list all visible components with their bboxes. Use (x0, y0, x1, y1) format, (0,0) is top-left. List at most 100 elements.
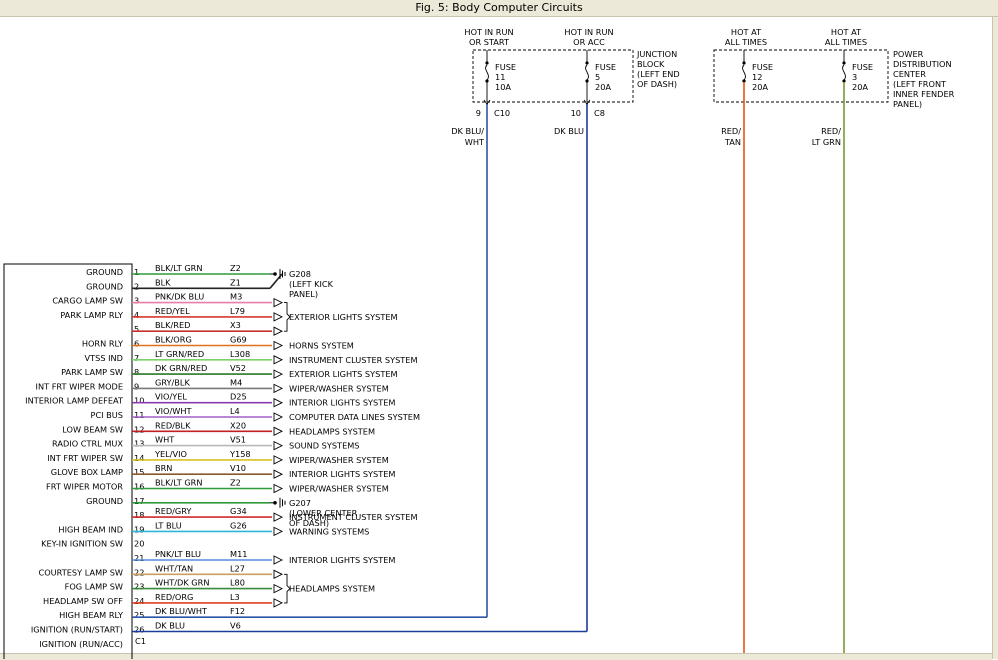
junction-block-label: (LEFT END (637, 69, 680, 79)
pin-number: 3 (134, 296, 139, 306)
circuit-id: V10 (230, 463, 246, 473)
pin-label: VTSS IND (85, 353, 123, 363)
pin-number: 24 (134, 596, 144, 606)
junction-block-label: BLOCK (637, 59, 665, 69)
pin-label: KEY-IN IGNITION SW (41, 539, 123, 549)
wire-color-code: DK BLU (554, 126, 584, 136)
wire-color-code: DK BLU/ (451, 126, 484, 136)
system-label: EXTERIOR LIGHTS SYSTEM (289, 369, 398, 379)
fuse-label: FUSE (495, 62, 516, 72)
pin-label: IGNITION (RUN/ACC) (39, 639, 123, 649)
pin-number: 23 (134, 582, 144, 592)
circuit-id: M11 (230, 549, 247, 559)
system-label: WIPER/WASHER SYSTEM (289, 383, 389, 393)
circuit-id: Z2 (230, 478, 241, 488)
pin-label: FOG LAMP SW (65, 582, 123, 592)
system-label: COMPUTER DATA LINES SYSTEM (289, 412, 420, 422)
pin-label: COURTESY LAMP SW (39, 567, 123, 577)
pin-number: 11 (134, 410, 144, 420)
pin-label: INT FRT WIPER MODE (36, 381, 123, 391)
hot-label: OR ACC (573, 37, 605, 47)
module-connector-label: C1 (135, 636, 146, 646)
fuse-terminal (485, 61, 489, 65)
system-label: WIPER/WASHER SYSTEM (289, 455, 389, 465)
wire-color-code: RED/ORG (155, 592, 193, 602)
pin-number: 2 (134, 281, 139, 291)
fuse-icon (742, 64, 746, 81)
pin-label: RADIO CTRL MUX (52, 439, 123, 449)
circuit-id: G69 (230, 335, 247, 345)
connector-pin-number: 10 (571, 108, 581, 118)
connector-arrow-icon (273, 340, 284, 351)
system-label: HEADLAMPS SYSTEM (289, 584, 375, 594)
system-label: HEADLAMPS SYSTEM (289, 426, 375, 436)
pin-number: 16 (134, 482, 144, 492)
wire-color-code: DK BLU/WHT (155, 606, 208, 616)
system-label: SOUND SYSTEMS (289, 441, 360, 451)
circuit-id: G34 (230, 506, 247, 516)
ground-icon (279, 269, 286, 279)
connector-arrow-icon (273, 469, 284, 479)
ground-label: G208 (289, 269, 311, 279)
circuit-id: L308 (230, 349, 250, 359)
wire-color-code: RED/YEL (155, 306, 190, 316)
fuse-label: 5 (595, 72, 600, 82)
pdc-label: CENTER (893, 69, 926, 79)
fuse-label: FUSE (595, 62, 616, 72)
pin-label: CARGO LAMP SW (52, 296, 123, 306)
system-label: HORNS SYSTEM (289, 341, 354, 351)
fuse-label: FUSE (752, 62, 773, 72)
pin-number: 10 (134, 396, 144, 406)
pin-label: HIGH BEAM IND (58, 524, 123, 534)
circuit-id: Z1 (230, 277, 241, 287)
wire-color-code: LT GRN (812, 137, 841, 147)
connector-arrow-icon (273, 569, 284, 580)
connector-arrow-icon (273, 598, 284, 608)
wire-color-code: PNK/LT BLU (155, 549, 201, 559)
pin-number: 21 (134, 553, 144, 563)
connector-arrow-icon (273, 455, 284, 465)
pdc-label: PANEL) (893, 99, 922, 109)
circuit-id: G26 (230, 520, 247, 530)
pdc-label: (LEFT FRONT (893, 79, 947, 89)
fuse-icon (485, 64, 489, 81)
pin-number: 18 (134, 510, 144, 520)
connector-arrow-icon (273, 297, 284, 308)
wire-color-code: WHT (465, 137, 485, 147)
ground-label: PANEL) (289, 289, 318, 299)
pdc-label: INNER FENDER (893, 89, 955, 99)
connector-arrow-icon (273, 369, 284, 379)
splice-dot (273, 272, 277, 276)
circuit-id: X3 (230, 320, 241, 330)
pin-number: 8 (134, 367, 139, 377)
pdc-outline (713, 49, 889, 103)
system-label: INTERIOR LIGHTS SYSTEM (289, 555, 395, 565)
wire-color-code: BLK/LT GRN (155, 263, 203, 273)
wire-color-code: WHT/DK GRN (155, 578, 209, 588)
connector-arrow-icon (273, 512, 284, 522)
ground-label: (LOWER CENTER (289, 508, 358, 518)
connector-arrow-icon (273, 526, 284, 537)
pin-number: 12 (134, 424, 144, 434)
hot-label: HOT AT (731, 27, 762, 37)
fuse-label: 11 (495, 72, 505, 82)
wire-color-code: LT GRN/RED (155, 349, 204, 359)
hot-label: HOT IN RUN (464, 27, 513, 37)
pin-number: 25 (134, 610, 144, 620)
wire-color-code: RED/GRY (155, 506, 192, 516)
wire-color-code: WHT/TAN (155, 563, 193, 573)
circuit-id: L27 (230, 563, 245, 573)
circuit-id: D25 (230, 392, 247, 402)
pin-number: 5 (134, 324, 139, 334)
pin-number: 6 (134, 339, 139, 349)
pin-label: FRT WIPER MOTOR (46, 482, 123, 492)
circuit-id: M3 (230, 292, 242, 302)
pin-label: HIGH BEAM RLY (59, 610, 124, 620)
circuit-id: X20 (230, 420, 246, 430)
connector-arrow-icon (273, 555, 284, 565)
ground-label: OF DASH) (289, 518, 329, 528)
pin-number: 17 (134, 496, 144, 506)
connector-arrow-icon (273, 383, 284, 394)
pin-number: 4 (134, 310, 139, 320)
circuit-id: L4 (230, 406, 240, 416)
